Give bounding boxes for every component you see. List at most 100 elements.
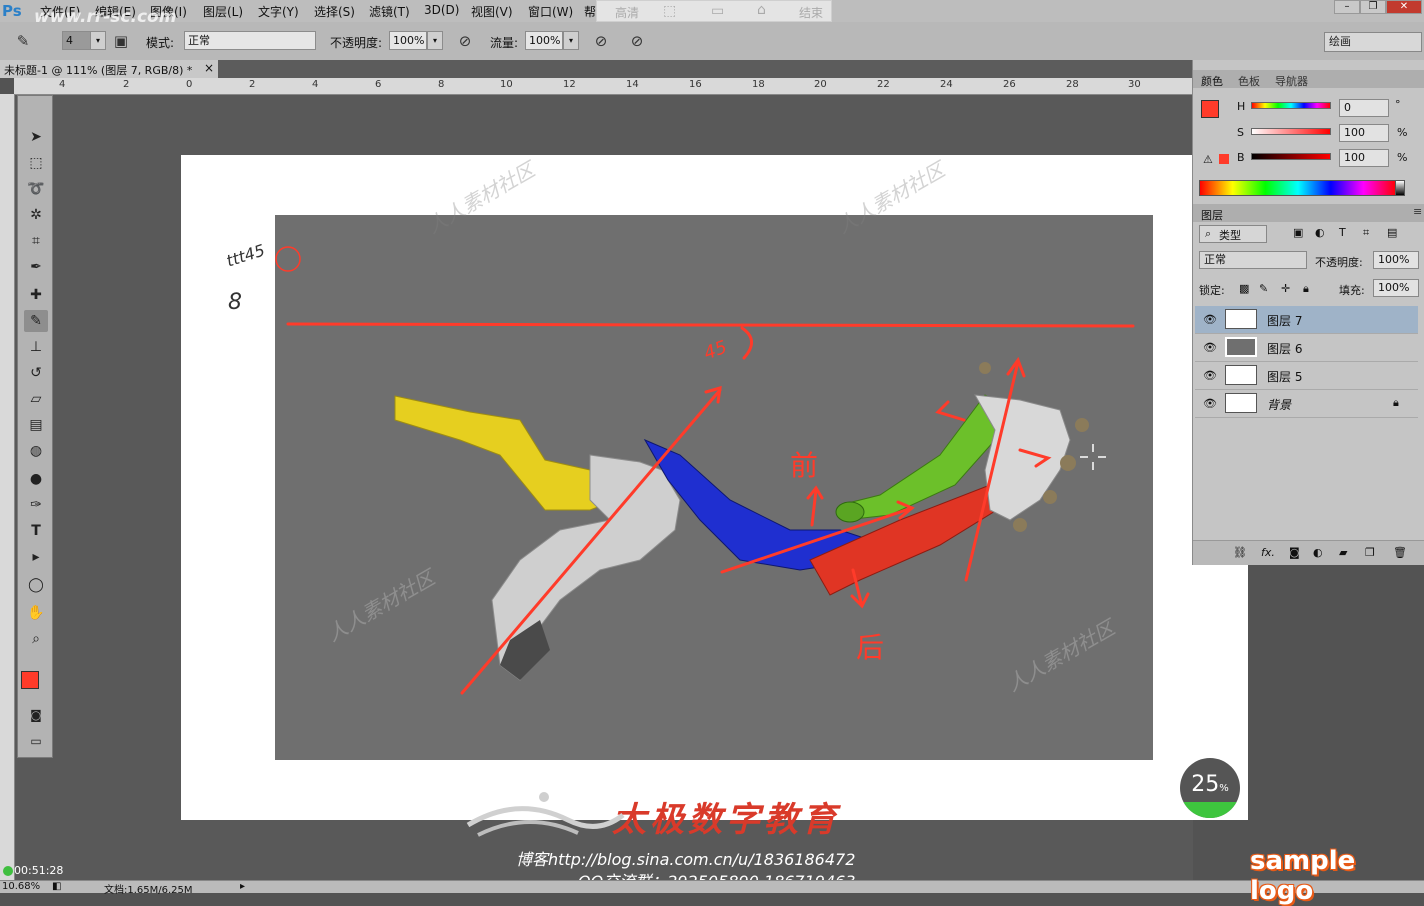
back-label: 后 [856, 631, 885, 664]
brightness-label: B [1237, 151, 1245, 164]
layer-row[interactable]: 👁︎ 图层 6 [1195, 334, 1418, 362]
zoom-badge-unit: % [1219, 783, 1229, 794]
lock-label: 锁定: [1199, 284, 1225, 297]
brand-watermark: 太极数字教育 [612, 800, 840, 840]
status-menu-arrow-icon[interactable]: ▸ [240, 881, 245, 892]
ellipse-tool-icon[interactable]: ◯ [24, 574, 48, 596]
brightness-field[interactable]: 100 [1339, 149, 1389, 167]
link-layers-icon[interactable]: ⛓ [1233, 546, 1247, 559]
finger-1 [1075, 418, 1089, 432]
brightness-slider[interactable] [1251, 153, 1331, 160]
ruler-tick: 2 [123, 79, 130, 90]
add-mask-icon[interactable]: ◙ [1289, 546, 1300, 559]
move-tool-icon[interactable]: ➤ [24, 126, 48, 148]
status-info-icon[interactable]: ◧ [52, 881, 61, 892]
quick-mask-icon[interactable]: ◙ [24, 704, 48, 726]
bw-ramp[interactable] [1395, 180, 1405, 196]
fx-icon[interactable]: fx. [1261, 546, 1275, 559]
visibility-eye-icon[interactable]: 👁︎ [1203, 397, 1217, 410]
front-label: 前 [790, 449, 819, 482]
lock-position-icon[interactable]: ✛ [1281, 282, 1290, 295]
hue-label: H [1237, 100, 1246, 113]
tab-color[interactable]: 颜色 [1201, 73, 1223, 89]
layer-thumbnail [1225, 309, 1257, 329]
visibility-eye-icon[interactable]: 👁︎ [1203, 369, 1217, 382]
blog-watermark: 博客http://blog.sina.com.cn/u/1836186472 [516, 850, 856, 869]
color-spectrum-bar[interactable] [1199, 180, 1397, 196]
blur-tool-icon[interactable]: ◍ [24, 440, 48, 462]
horizon-line [286, 322, 1135, 328]
filter-shape-icon[interactable]: ⌗ [1363, 226, 1369, 240]
layer-row[interactable]: 👁︎ 图层 5 [1195, 362, 1418, 390]
foreground-color-swatch[interactable] [21, 671, 39, 689]
lock-all-icon[interactable]: 🔒︎ [1303, 282, 1309, 296]
vertical-ruler [0, 94, 15, 880]
new-group-icon[interactable]: ▰ [1339, 546, 1347, 559]
ruler-tick: 6 [375, 79, 382, 90]
filter-type-icon[interactable]: T [1339, 226, 1346, 239]
magic-wand-icon[interactable]: ✲ [24, 204, 48, 226]
filter-smart-icon[interactable]: ▤ [1387, 226, 1397, 239]
finger-2 [1060, 455, 1076, 471]
hue-slider[interactable] [1251, 102, 1331, 109]
panel-menu-icon[interactable]: ≡ [1413, 205, 1422, 218]
recording-timer: 00:51:28 [14, 864, 64, 877]
layer-thumbnail [1225, 337, 1257, 357]
filter-pixel-icon[interactable]: ▣ [1293, 226, 1303, 239]
new-adjustment-icon[interactable]: ◐ [1313, 546, 1323, 559]
layer-name: 图层 5 [1267, 370, 1303, 384]
delete-layer-icon[interactable]: 🗑︎ [1393, 546, 1407, 559]
gradient-tool-icon[interactable]: ▤ [24, 414, 48, 436]
saturation-field[interactable]: 100 [1339, 124, 1389, 142]
tab-swatches[interactable]: 色板 [1238, 73, 1260, 89]
new-layer-icon[interactable]: ❐ [1365, 546, 1375, 559]
layer-row[interactable]: 👁︎ 图层 7 [1195, 306, 1418, 334]
thumb [979, 362, 991, 374]
lock-transparency-icon[interactable]: ▩ [1239, 282, 1249, 295]
finger-3 [1043, 490, 1057, 504]
layer-opacity-label: 不透明度: [1315, 256, 1363, 269]
filter-adjustment-icon[interactable]: ◐ [1315, 226, 1325, 239]
saturation-slider[interactable] [1251, 128, 1331, 135]
layer-name: 图层 6 [1267, 342, 1303, 356]
crop-tool-icon[interactable]: ⌗ [24, 230, 48, 252]
color-panel-tabs: 颜色 色板 导航器 [1193, 70, 1424, 88]
hand-tool-icon[interactable]: ✋ [24, 602, 48, 624]
tab-navigator[interactable]: 导航器 [1275, 73, 1308, 89]
visibility-eye-icon[interactable]: 👁︎ [1203, 341, 1217, 354]
layer-row[interactable]: 👁︎ 背景 🔒︎ [1195, 390, 1418, 418]
brush-tool-icon[interactable]: ✎ [24, 310, 48, 332]
zoom-tool-icon[interactable]: ⌕ [24, 628, 48, 650]
history-brush-icon[interactable]: ↺ [24, 362, 48, 384]
healing-brush-icon[interactable]: ✚ [24, 284, 48, 306]
arrow-left-up [935, 400, 966, 422]
layer-opacity-field[interactable]: 100% [1373, 251, 1419, 269]
pen-tool-icon[interactable]: ✑ [24, 494, 48, 516]
lasso-tool-icon[interactable]: ➰ [24, 178, 48, 200]
status-bar: 10.68% ◧ 文档:1.65M/6.25M ▸ [0, 880, 1424, 896]
circle-mark [275, 246, 301, 272]
color-panel-fg[interactable] [1201, 100, 1219, 118]
zoom-badge-fill [1180, 802, 1240, 818]
eyedropper-tool-icon[interactable]: ✒ [24, 256, 48, 278]
gamut-swatch[interactable] [1219, 154, 1229, 164]
angle-arc [740, 326, 753, 360]
visibility-eye-icon[interactable]: 👁︎ [1203, 313, 1217, 326]
lock-image-icon[interactable]: ✎ [1259, 282, 1268, 295]
stamp-tool-icon[interactable]: ⊥ [24, 336, 48, 358]
hue-field[interactable]: 0 [1339, 99, 1389, 117]
path-selection-icon[interactable]: ▸ [24, 546, 48, 568]
recording-dot-icon [3, 866, 13, 876]
marquee-tool-icon[interactable]: ⬚ [24, 152, 48, 174]
dodge-tool-icon[interactable]: ● [24, 468, 48, 490]
eraser-tool-icon[interactable]: ▱ [24, 388, 48, 410]
zoom-level[interactable]: 10.68% [2, 881, 40, 892]
tab-layers[interactable]: 图层 [1201, 207, 1223, 223]
type-tool-icon[interactable]: T [24, 520, 48, 542]
ruler-tick: 30 [1128, 79, 1141, 90]
screen-mode-icon[interactable]: ▭ [24, 730, 48, 752]
layer-filter-label: 类型 [1219, 229, 1241, 242]
brand-logo-icon [466, 792, 625, 837]
fill-field[interactable]: 100% [1373, 279, 1419, 297]
layer-blend-mode[interactable]: 正常 [1199, 251, 1307, 269]
